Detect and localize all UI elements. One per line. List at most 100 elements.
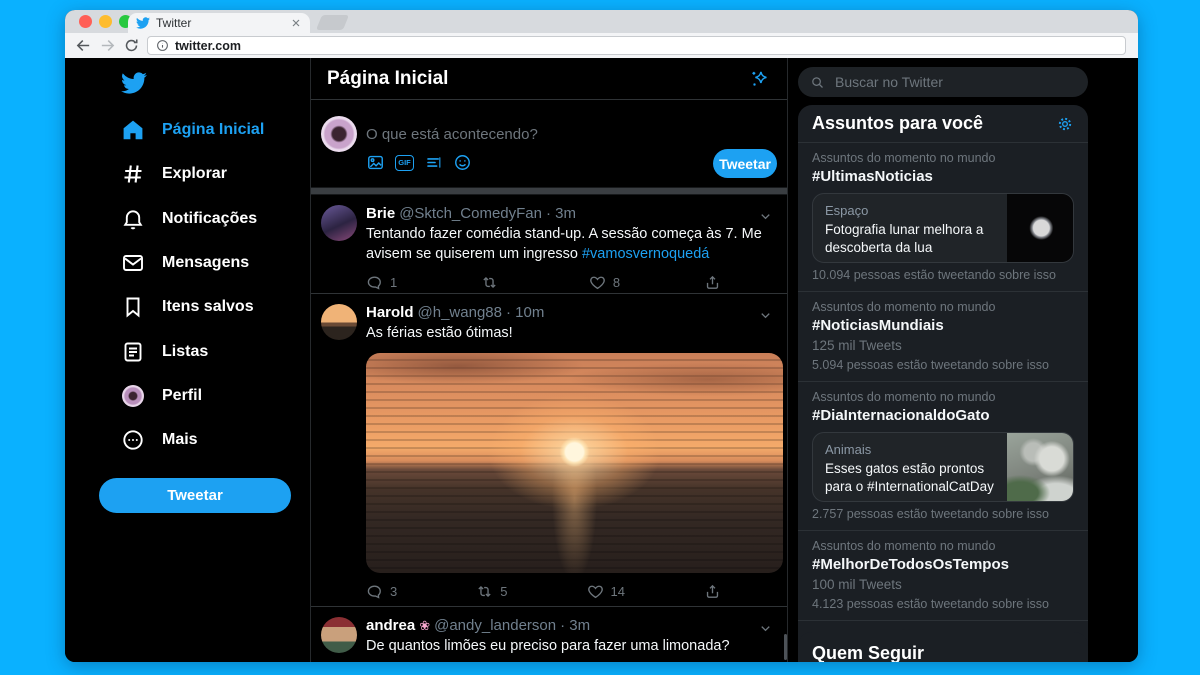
compose-toolbar: GIF	[366, 153, 472, 172]
trends-title: Assuntos para você	[812, 113, 984, 133]
tweet-author[interactable]: Brie	[366, 205, 395, 222]
who-to-follow-title: Quem Seguir	[812, 643, 925, 662]
reply-count: 3	[390, 583, 398, 599]
share-button[interactable]	[704, 583, 721, 600]
tweet[interactable]: Brie @Sktch_ComedyFan · 3m Tentando faze…	[311, 195, 787, 294]
trend-stats: 5.094 pessoas estão tweetando sobre isso	[812, 358, 1049, 372]
chevron-down-icon[interactable]	[758, 308, 773, 323]
trend-tweet-count: 100 mil Tweets	[812, 577, 902, 592]
trend-category: Assuntos do momento no mundo	[812, 151, 996, 165]
avatar[interactable]	[321, 304, 357, 340]
tweet-handle[interactable]: @Sktch_ComedyFan	[399, 205, 542, 222]
trend-item[interactable]: Assuntos do momento no mundo #MelhorDeTo…	[798, 531, 1088, 621]
like-button[interactable]: 8	[589, 274, 620, 291]
forward-icon[interactable]	[99, 37, 116, 54]
tweet-actions: 1 8	[366, 274, 721, 291]
sidebar-item-bookmarks[interactable]: Itens salvos	[65, 285, 310, 329]
trend-hashtag[interactable]: #DiaInternacionaldoGato	[812, 407, 1074, 424]
sidebar-item-messages[interactable]: Mensagens	[65, 241, 310, 285]
reply-icon	[366, 274, 383, 291]
tweet-author[interactable]: andrea	[366, 617, 415, 634]
retweet-icon	[481, 274, 498, 291]
minimize-window-button[interactable]	[99, 15, 112, 28]
sidebar-item-explore[interactable]: Explorar	[65, 152, 310, 196]
avatar[interactable]	[321, 116, 357, 152]
sidebar-item-lists[interactable]: Listas	[65, 329, 310, 373]
address-bar[interactable]: twitter.com	[147, 36, 1126, 55]
left-sidebar: Página Inicial Explorar Notificações Men…	[65, 58, 311, 662]
trend-headline: Esses gatos estão prontos para o #Intern…	[825, 461, 994, 494]
retweet-button[interactable]	[481, 274, 505, 291]
trend-topic: Espaço	[825, 203, 869, 218]
tweet-author[interactable]: Harold	[366, 304, 414, 321]
hashtag-icon	[121, 162, 145, 186]
tweet-handle[interactable]: @h_wang88	[418, 304, 502, 321]
reply-button[interactable]: 1	[366, 274, 397, 291]
sidebar-item-notifications[interactable]: Notificações	[65, 197, 310, 241]
twitter-logo-icon[interactable]	[121, 70, 147, 96]
trend-item[interactable]: Assuntos do momento no mundo #UltimasNot…	[798, 143, 1088, 292]
page-title: Página Inicial	[327, 67, 449, 89]
poll-icon[interactable]	[424, 153, 443, 172]
tweet[interactable]: andrea ❀ @andy_landerson · 3m De quantos…	[311, 607, 787, 661]
trend-stats: 4.123 pessoas estão tweetando sobre isso	[812, 597, 1049, 611]
sidebar-item-label: Mais	[162, 431, 198, 449]
home-icon	[121, 118, 145, 142]
tweet-button[interactable]: Tweetar	[99, 478, 291, 513]
share-button[interactable]	[704, 274, 721, 291]
gear-icon[interactable]	[1056, 115, 1074, 133]
avatar[interactable]	[321, 617, 357, 653]
trend-stats: 2.757 pessoas estão tweetando sobre isso	[812, 507, 1049, 521]
trend-hashtag[interactable]: #MelhorDeTodosOsTempos	[812, 556, 1074, 573]
sidebar-item-profile[interactable]: Perfil	[65, 374, 310, 418]
media-icon[interactable]	[366, 153, 385, 172]
tweet-handle[interactable]: @andy_landerson	[434, 617, 556, 634]
tweet-text: De quantos limões eu preciso para fazer …	[366, 638, 730, 654]
trend-hashtag[interactable]: #NoticiasMundiais	[812, 317, 1074, 334]
close-window-button[interactable]	[79, 15, 92, 28]
emoji-icon[interactable]	[453, 153, 472, 172]
tweet-photo-sunset[interactable]	[366, 352, 783, 573]
tweet[interactable]: Harold @h_wang88 · 10m As férias estão ó…	[311, 294, 787, 607]
tab-twitter[interactable]: Twitter	[128, 13, 310, 33]
page-info-icon[interactable]	[156, 39, 169, 52]
heart-icon	[587, 583, 604, 600]
avatar[interactable]	[321, 205, 357, 241]
tab-close-icon[interactable]	[290, 17, 302, 29]
tweet-hashtag-link[interactable]: #vamosvernoquedá	[582, 246, 709, 262]
share-icon	[704, 274, 721, 291]
reply-button[interactable]: 3	[366, 583, 397, 600]
trend-preview-card[interactable]: Espaço Fotografia lunar melhora a descob…	[812, 193, 1074, 263]
sidebar-item-more[interactable]: Mais	[65, 418, 310, 462]
sidebar-item-home[interactable]: Página Inicial	[65, 108, 310, 152]
trend-preview-card[interactable]: Animais Esses gatos estão prontos para o…	[812, 432, 1074, 502]
trend-item[interactable]: Assuntos do momento no mundo #DiaInterna…	[798, 382, 1088, 531]
like-count: 8	[612, 275, 621, 291]
sparkle-icon[interactable]	[749, 68, 771, 90]
gif-icon[interactable]: GIF	[395, 153, 414, 172]
trend-category: Assuntos do momento no mundo	[812, 300, 996, 314]
retweet-button[interactable]: 5	[476, 583, 507, 600]
more-circle-icon	[121, 428, 145, 452]
new-tab-button[interactable]	[315, 15, 350, 30]
trend-item[interactable]: Assuntos do momento no mundo #NoticiasMu…	[798, 292, 1088, 382]
chevron-down-icon[interactable]	[758, 621, 773, 636]
like-button[interactable]: 14	[587, 583, 625, 600]
reload-icon[interactable]	[123, 37, 140, 54]
search-bar[interactable]	[798, 67, 1088, 97]
compose-tweet-button[interactable]: Tweetar	[713, 149, 777, 178]
compose-placeholder[interactable]: O que está acontecendo?	[366, 126, 538, 143]
flower-emoji: ❀	[419, 618, 431, 633]
url-text: twitter.com	[175, 38, 241, 53]
reply-count: 1	[390, 275, 398, 291]
reply-icon	[366, 583, 383, 600]
search-input[interactable]	[833, 73, 1076, 91]
tweet-time: · 3m	[545, 205, 576, 222]
back-icon[interactable]	[75, 37, 92, 54]
trend-hashtag[interactable]: #UltimasNoticias	[812, 168, 1074, 185]
chevron-down-icon[interactable]	[758, 209, 773, 224]
scrollbar-thumb[interactable]	[784, 634, 787, 660]
compose-box[interactable]: O que está acontecendo? GIF Tweetar	[311, 100, 787, 187]
like-count: 14	[610, 583, 625, 599]
sidebar-item-label: Explorar	[162, 165, 227, 183]
